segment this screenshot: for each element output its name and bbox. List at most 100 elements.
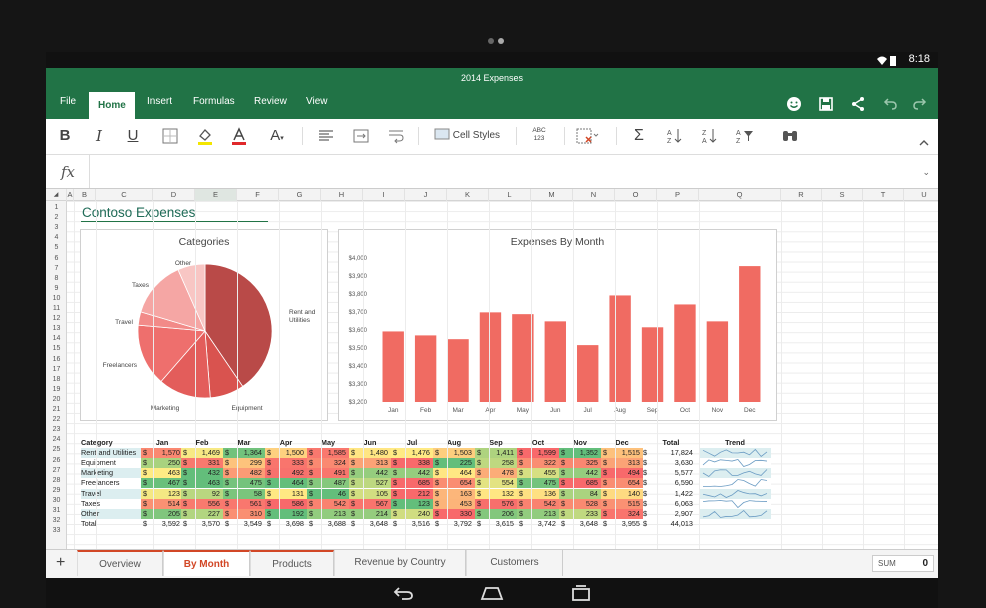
month-value[interactable]: 3,592 [149,519,183,529]
currency-sign[interactable]: $ [559,448,567,459]
row-header-31[interactable]: 31 [46,506,67,516]
currency-sign[interactable]: $ [517,468,525,479]
currency-sign[interactable]: $ [349,458,357,469]
header-aug[interactable]: Aug [433,438,475,448]
font-size-button[interactable]: A▾ [266,127,288,145]
column-header-j[interactable]: J [405,189,447,201]
cell-area[interactable]: Contoso Expenses Categories Rent and Util… [67,201,938,549]
row-header-19[interactable]: 19 [46,385,67,395]
currency-sign[interactable]: $ [141,488,149,499]
font-color-icon[interactable] [230,127,248,145]
collapse-ribbon-icon[interactable] [918,133,930,151]
row-header-2[interactable]: 2 [46,213,67,223]
smiley-icon[interactable] [786,96,802,112]
row-header-9[interactable]: 9 [46,284,67,294]
add-sheet-button[interactable]: + [56,554,65,572]
column-header-t[interactable]: T [863,189,904,201]
row-header-10[interactable]: 10 [46,294,67,304]
currency-sign[interactable]: $ [181,478,189,489]
row-header-11[interactable]: 11 [46,304,67,314]
currency-sign[interactable]: $ [433,478,441,489]
currency-sign[interactable]: $ [141,448,149,459]
month-value[interactable]: 250 [149,458,183,469]
tab-formulas[interactable]: Formulas [193,96,235,107]
currency-sign[interactable]: $ [391,488,399,499]
column-header-p[interactable]: P [657,189,699,201]
month-value[interactable]: 1,570 [149,448,183,459]
currency-sign[interactable]: $ [559,458,567,469]
month-value[interactable]: 205 [149,508,183,519]
total-currency[interactable]: $ [643,468,651,478]
column-header-h[interactable]: H [321,189,363,201]
currency-sign[interactable]: $ [181,448,189,459]
currency-sign[interactable]: $ [517,519,525,529]
tab-review[interactable]: Review [254,96,287,107]
currency-sign[interactable]: $ [223,498,231,509]
currency-sign[interactable]: $ [141,519,149,529]
status-sum[interactable]: SUM 0 [872,555,934,572]
header-jul[interactable]: Jul [391,438,433,448]
currency-sign[interactable]: $ [475,468,483,479]
row-header-33[interactable]: 33 [46,526,67,536]
row-header-29[interactable]: 29 [46,486,67,496]
currency-sign[interactable]: $ [223,519,231,529]
currency-sign[interactable]: $ [601,488,609,499]
month-value[interactable]: 123 [149,488,183,499]
row-category[interactable]: Equipment [81,458,141,469]
total-currency[interactable]: $ [643,509,651,519]
redo-icon[interactable] [912,96,928,112]
currency-sign[interactable]: $ [307,448,315,459]
currency-sign[interactable]: $ [349,498,357,509]
fill-color-icon[interactable] [196,127,214,145]
currency-sign[interactable]: $ [517,498,525,509]
row-header-30[interactable]: 30 [46,496,67,506]
currency-sign[interactable]: $ [475,508,483,519]
header-jan[interactable]: Jan [141,438,183,448]
row-header-3[interactable]: 3 [46,223,67,233]
currency-sign[interactable]: $ [601,498,609,509]
row-header-22[interactable]: 22 [46,415,67,425]
currency-sign[interactable]: $ [265,488,273,499]
find-icon[interactable] [781,127,799,145]
total-currency[interactable]: $ [643,499,651,509]
header-oct[interactable]: Oct [517,438,559,448]
wrap-text-icon[interactable] [388,127,404,145]
currency-sign[interactable]: $ [223,508,231,519]
header-may[interactable]: May [307,438,349,448]
header-total[interactable]: Total [643,438,699,448]
currency-sign[interactable]: $ [349,468,357,479]
currency-sign[interactable]: $ [559,468,567,479]
month-value[interactable]: 514 [149,498,183,509]
currency-sign[interactable]: $ [307,458,315,469]
currency-sign[interactable]: $ [601,478,609,489]
row-header-20[interactable]: 20 [46,395,67,405]
currency-sign[interactable]: $ [265,508,273,519]
currency-sign[interactable]: $ [601,508,609,519]
function-icon[interactable]: fx [61,163,75,181]
month-value[interactable]: 463 [149,468,183,479]
currency-sign[interactable]: $ [517,448,525,459]
row-header-26[interactable]: 26 [46,456,67,466]
currency-sign[interactable]: $ [391,468,399,479]
currency-sign[interactable]: $ [141,508,149,519]
column-header-c[interactable]: C [96,189,153,201]
row-header-28[interactable]: 28 [46,476,67,486]
currency-sign[interactable]: $ [559,519,567,529]
merge-cells-icon[interactable] [353,127,369,145]
column-header-o[interactable]: O [615,189,657,201]
total-currency[interactable]: $ [643,448,651,458]
currency-sign[interactable]: $ [475,488,483,499]
month-value[interactable]: 467 [149,478,183,489]
header-feb[interactable]: Feb [181,438,223,448]
currency-sign[interactable]: $ [475,498,483,509]
row-category[interactable]: Freelancers [81,478,141,489]
currency-sign[interactable]: $ [307,478,315,489]
autosum-button[interactable]: Σ [632,127,646,145]
column-header-l[interactable]: L [489,189,531,201]
currency-sign[interactable]: $ [223,448,231,459]
currency-sign[interactable]: $ [391,508,399,519]
currency-sign[interactable]: $ [517,488,525,499]
currency-sign[interactable]: $ [391,498,399,509]
currency-sign[interactable]: $ [307,488,315,499]
total-currency[interactable]: $ [643,458,651,468]
